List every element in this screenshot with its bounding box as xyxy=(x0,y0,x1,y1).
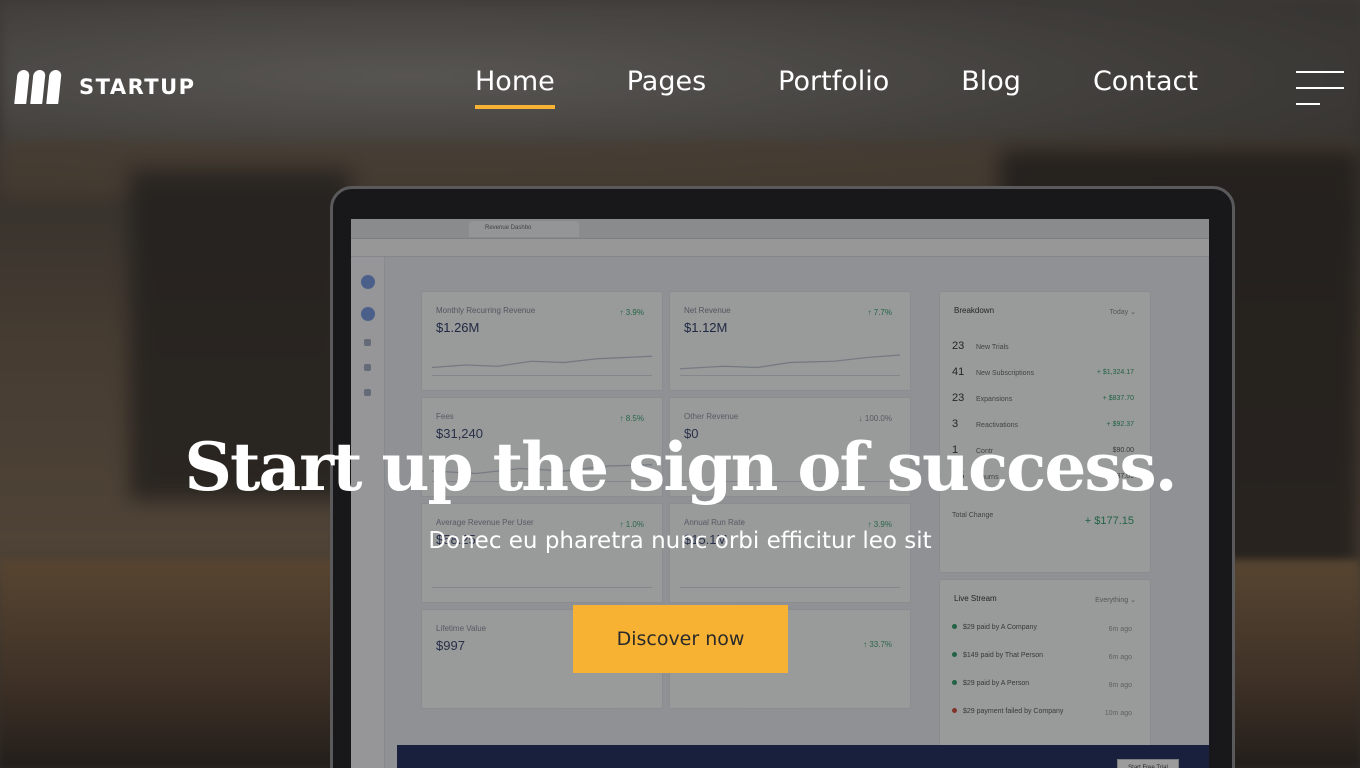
brand-logo[interactable]: STARTUP xyxy=(14,70,196,104)
hamburger-menu-icon[interactable] xyxy=(1296,71,1344,105)
logo-mark-icon xyxy=(14,70,62,104)
nav-item-blog[interactable]: Blog xyxy=(961,66,1021,109)
hero-title: Start up the sign of success. xyxy=(184,428,1177,506)
main-nav: Home Pages Portfolio Blog Contact xyxy=(475,66,1198,109)
nav-item-home[interactable]: Home xyxy=(475,66,555,109)
hero-subtitle: Donec eu pharetra nunc orbi efficitur le… xyxy=(428,528,932,554)
nav-item-contact[interactable]: Contact xyxy=(1093,66,1198,109)
nav-item-portfolio[interactable]: Portfolio xyxy=(778,66,889,109)
discover-now-button[interactable]: Discover now xyxy=(573,605,788,673)
brand-name: STARTUP xyxy=(79,75,196,99)
nav-item-pages[interactable]: Pages xyxy=(627,66,706,109)
